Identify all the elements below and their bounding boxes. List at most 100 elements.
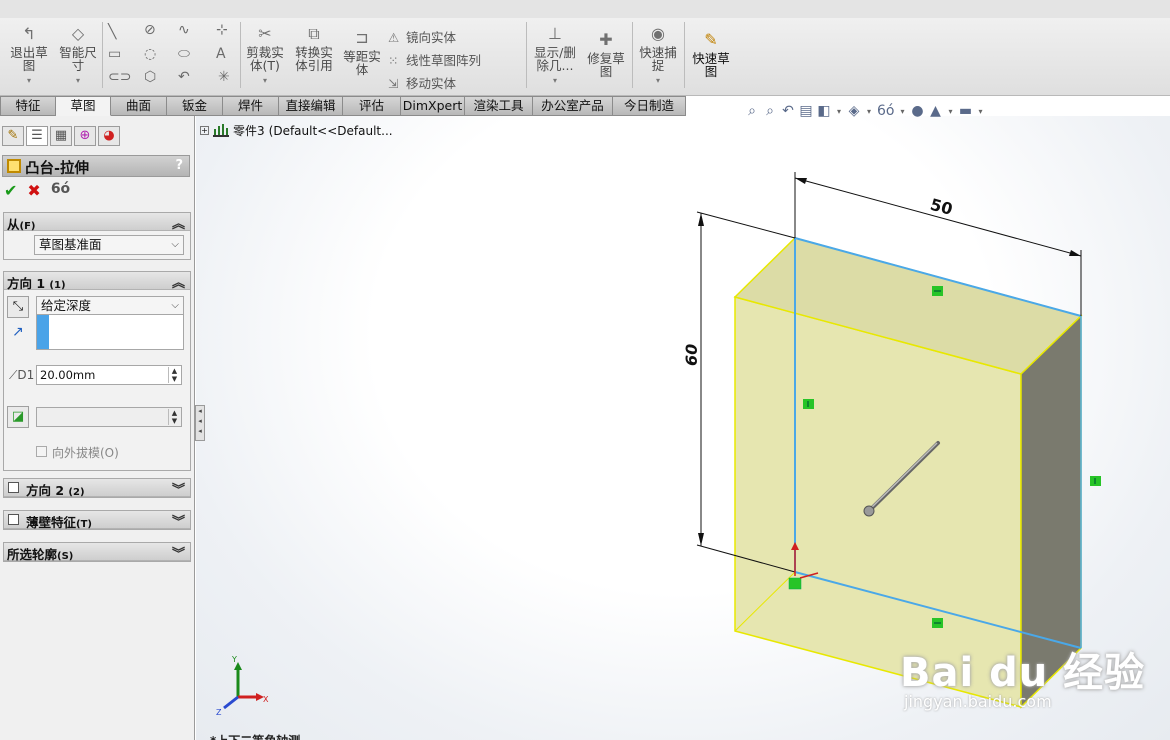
mirror-entities-button[interactable]: ⚠ 镜向实体 xyxy=(388,27,456,46)
text-icon[interactable]: A xyxy=(216,46,226,62)
draft-outward-label: 向外拔模(O) xyxy=(52,446,119,460)
display-manager-tab-icon[interactable]: ◕ xyxy=(98,126,120,146)
zoom-to-fit-icon[interactable]: ⌕ xyxy=(745,103,759,119)
chevron-down-icon[interactable]: ▾ xyxy=(898,107,906,116)
chevron-down-icon[interactable]: ▾ xyxy=(865,107,873,116)
ellipse-icon[interactable]: ⬭ xyxy=(178,46,190,62)
tab-evaluate[interactable]: 评估 xyxy=(343,96,401,116)
zoom-to-area-icon[interactable]: ⌕ xyxy=(763,103,777,119)
part-configuration: (Default<<Default... xyxy=(268,123,393,138)
detailed-preview-icon[interactable]: 6ó xyxy=(51,181,70,200)
section-view-icon[interactable]: ▤ xyxy=(799,103,813,119)
view-orientation-icon[interactable]: ◧ xyxy=(817,103,831,119)
tab-dimxpert[interactable]: DimXpert xyxy=(401,96,465,116)
tab-today-manufacturing[interactable]: 今日制造 xyxy=(613,96,686,116)
fillet-icon[interactable]: ↶ xyxy=(178,69,190,85)
expand-chevron-icon[interactable]: ︾ xyxy=(172,511,185,530)
circle-icon[interactable]: ⊘ xyxy=(144,22,156,38)
dimxpert-manager-tab-icon[interactable]: ⊕ xyxy=(74,126,96,146)
direction-of-extrusion-field[interactable] xyxy=(36,314,184,350)
offset-entities-button[interactable]: ⊐ 等距实体 xyxy=(340,28,384,76)
slot-icon[interactable]: ⊂⊃ xyxy=(108,69,131,85)
line-icon[interactable]: ╲ xyxy=(108,24,116,40)
feature-title-bar: 凸台-拉伸 ? xyxy=(2,155,190,177)
chevron-down-icon: ▾ xyxy=(262,76,267,85)
direction1-group-header[interactable]: 方向 1 (1) ︽ xyxy=(4,272,190,291)
from-group-header[interactable]: 从(F) ︽ xyxy=(4,213,190,232)
tab-surfaces[interactable]: 曲面 xyxy=(111,96,167,116)
trim-entities-button[interactable]: ✂ 剪裁实体(T) ▾ xyxy=(242,24,288,87)
tab-weldments[interactable]: 焊件 xyxy=(223,96,279,116)
repair-sketch-button[interactable]: ✚ 修复草图 xyxy=(584,30,628,78)
expand-icon[interactable]: + xyxy=(200,126,209,135)
property-manager-tab-icon[interactable]: ☰ xyxy=(26,126,48,146)
ok-check-icon[interactable]: ✔ xyxy=(4,181,17,200)
smart-dimension-button[interactable]: ◇ 智能尺寸 ▾ xyxy=(56,24,100,87)
rapid-sketch-button[interactable]: ✎ 快速草图 xyxy=(688,30,734,78)
display-delete-relations-button[interactable]: ⊥ 显示/删除几... ▾ xyxy=(530,24,580,87)
edit-appearance-icon[interactable]: ● xyxy=(910,103,924,119)
spline-icon[interactable]: ∿ xyxy=(178,22,190,38)
chevron-down-icon: ▾ xyxy=(26,76,31,85)
draft-outward-checkbox[interactable] xyxy=(36,446,47,457)
tab-direct-editing[interactable]: 直接编辑 xyxy=(279,96,343,116)
ribbon-separator xyxy=(102,22,103,88)
tab-render-tools[interactable]: 渲染工具 xyxy=(465,96,533,116)
offset-icon: ⊐ xyxy=(355,28,369,47)
chevron-down-icon: ▾ xyxy=(75,76,80,85)
tab-sheet-metal[interactable]: 钣金 xyxy=(167,96,223,116)
property-manager-panel: ✎ ☰ ▦ ⊕ ◕ 凸台-拉伸 ? ✔ ✖ 6ó 从(F) ︽ 草图基准面 ⌵ … xyxy=(0,116,195,740)
rectangle-icon[interactable]: ▭ xyxy=(108,46,121,62)
thin-feature-group-header[interactable]: 薄壁特征(T) ︾ xyxy=(4,511,190,530)
end-condition-select[interactable]: 给定深度 ⌵ xyxy=(36,296,184,316)
thin-feature-checkbox[interactable] xyxy=(8,514,19,525)
help-icon[interactable]: ? xyxy=(175,158,183,173)
move-entities-button[interactable]: ⇲ 移动实体 xyxy=(388,73,456,92)
chevron-down-icon[interactable]: ▾ xyxy=(946,107,954,116)
tab-features[interactable]: 特征 xyxy=(0,96,56,116)
feature-title: 凸台-拉伸 xyxy=(25,161,90,177)
spinner-arrows-icon[interactable]: ▲ ▼ xyxy=(168,367,180,383)
chevron-down-icon[interactable]: ▾ xyxy=(835,107,843,116)
sketch-point-icon[interactable]: ⊹ xyxy=(216,22,228,38)
centerpoint-icon[interactable]: ✳ xyxy=(218,69,230,85)
expand-chevron-icon[interactable]: ︾ xyxy=(172,543,185,562)
arc-icon[interactable]: ◌ xyxy=(144,46,156,62)
collapse-chevron-icon[interactable]: ︽ xyxy=(172,213,185,232)
feature-manager-tab-icon[interactable]: ✎ xyxy=(2,126,24,146)
baidu-watermark: Bai du 经验 jingyan.baidu.com xyxy=(900,640,1145,711)
ribbon-separator xyxy=(632,22,633,88)
collapse-chevron-icon[interactable]: ︽ xyxy=(172,272,185,291)
rapid-sketch-icon: ✎ xyxy=(704,30,718,49)
ribbon-top-strip xyxy=(0,0,1170,18)
convert-entities-button[interactable]: ⧉ 转换实体引用 xyxy=(290,24,338,72)
apply-scene-icon[interactable]: ▲ xyxy=(928,103,942,119)
expand-chevron-icon[interactable]: ︾ xyxy=(172,479,185,498)
depth-input[interactable]: 20.00mm ▲ ▼ xyxy=(36,365,182,385)
tab-sketch[interactable]: 草图 xyxy=(56,96,111,116)
tab-office-products[interactable]: 办公室产品 xyxy=(533,96,613,116)
direction2-checkbox[interactable] xyxy=(8,482,19,493)
from-start-condition-select[interactable]: 草图基准面 ⌵ xyxy=(34,235,184,255)
panel-collapse-handle[interactable]: ◂ ◂ ◂ xyxy=(195,405,205,441)
spinner-arrows-icon[interactable]: ▲ ▼ xyxy=(168,409,180,425)
draft-on-off-icon[interactable]: ◪ xyxy=(7,406,29,428)
hide-show-items-icon[interactable]: 6ó xyxy=(877,103,894,119)
previous-view-icon[interactable]: ↶ xyxy=(781,103,795,119)
draft-angle-input[interactable]: ▲ ▼ xyxy=(36,407,182,427)
view-settings-icon[interactable]: ▬ xyxy=(958,103,972,119)
cancel-x-icon[interactable]: ✖ xyxy=(27,181,40,200)
exit-sketch-button[interactable]: ↰ 退出草图 ▾ xyxy=(6,24,52,87)
selected-contours-group-header[interactable]: 所选轮廓(S) ︾ xyxy=(4,543,190,562)
feature-tree-flyout[interactable]: + 零件3 (Default<<Default... xyxy=(200,122,393,139)
linear-pattern-button[interactable]: ⁙ 线性草图阵列 xyxy=(388,50,481,69)
part-icon xyxy=(213,123,229,137)
polygon-icon[interactable]: ⬡ xyxy=(144,69,156,85)
chevron-down-icon[interactable]: ▾ xyxy=(976,107,984,116)
display-style-icon[interactable]: ◈ xyxy=(847,103,861,119)
reverse-direction-icon[interactable]: ⤡ xyxy=(7,296,29,318)
depth-icon: ⟋D1 xyxy=(9,368,35,382)
quick-snaps-button[interactable]: ◉ 快速捕捉 ▾ xyxy=(636,24,680,87)
direction2-group-header[interactable]: 方向 2 (2) ︾ xyxy=(4,479,190,498)
configuration-manager-tab-icon[interactable]: ▦ xyxy=(50,126,72,146)
